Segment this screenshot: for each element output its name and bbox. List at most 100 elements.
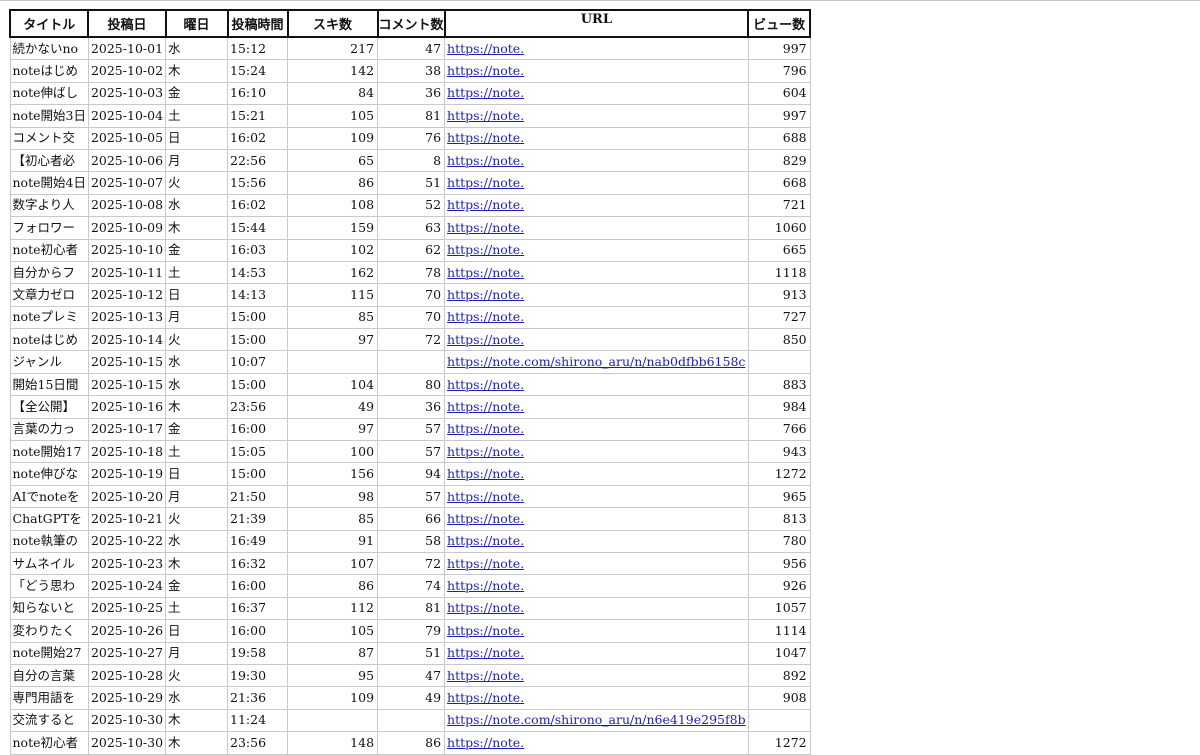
cell-title[interactable]: note開始27 [9,641,89,665]
cell-title[interactable]: 交流すると [9,708,89,733]
cell-url[interactable]: https://note. [444,462,749,486]
url-link[interactable]: https://note. [447,556,524,571]
cell-title[interactable]: コメント交 [9,126,89,150]
cell-likes[interactable]: 107 [287,551,379,576]
cell-comments[interactable]: 72 [377,328,446,352]
cell-comments[interactable]: 58 [377,529,446,553]
cell-likes[interactable]: 105 [287,619,379,643]
cell-url[interactable]: https://note. [444,663,749,688]
cell-url[interactable]: https://note. [444,619,749,643]
cell-comments[interactable]: 57 [377,440,446,464]
cell-url[interactable]: https://note. [444,283,749,307]
cell-url[interactable]: https://note. [444,59,749,83]
cell-weekday[interactable]: 水 [165,686,229,710]
cell-url[interactable]: https://note. [444,328,749,352]
url-link[interactable]: https://note. [447,511,524,526]
cell-views[interactable]: 1272 [747,731,811,755]
cell-comments[interactable] [377,350,446,374]
url-link[interactable]: https://note. [447,153,524,168]
cell-likes[interactable]: 112 [287,596,379,621]
cell-url[interactable]: https://note.com/shirono_aru/n/n6e419e29… [444,708,749,733]
cell-likes[interactable]: 91 [287,529,379,553]
cell-weekday[interactable]: 日 [165,619,229,643]
cell-comments[interactable]: 86 [377,731,446,755]
cell-likes[interactable]: 105 [287,104,379,128]
cell-weekday[interactable]: 木 [165,59,229,83]
cell-date[interactable]: 2025-10-10 [87,238,167,262]
cell-likes[interactable]: 98 [287,484,379,509]
cell-weekday[interactable]: 火 [165,171,229,195]
cell-weekday[interactable]: 金 [165,81,229,106]
url-link[interactable]: https://note.com/shirono_aru/n/nab0dfbb6… [447,354,745,369]
cell-title[interactable]: note開始3日 [9,104,89,128]
cell-views[interactable]: 604 [747,81,811,106]
url-link[interactable]: https://note. [447,41,524,56]
cell-url[interactable]: https://note. [444,417,749,442]
cell-url[interactable]: https://note. [444,81,749,106]
cell-time[interactable]: 15:24 [227,59,289,83]
cell-time[interactable]: 11:24 [227,708,289,733]
url-link[interactable]: https://note. [447,645,524,660]
cell-url[interactable]: https://note. [444,372,749,397]
cell-views[interactable]: 829 [747,148,811,173]
cell-title[interactable]: 自分からフ [9,260,89,285]
cell-time[interactable]: 10:07 [227,350,289,374]
cell-title[interactable]: 言葉の力っ [9,417,89,442]
cell-title[interactable]: 知らないと [9,596,89,621]
cell-weekday[interactable]: 土 [165,260,229,285]
cell-date[interactable]: 2025-10-22 [87,529,167,553]
cell-time[interactable]: 16:32 [227,551,289,576]
cell-views[interactable]: 668 [747,171,811,195]
cell-time[interactable]: 22:56 [227,148,289,173]
cell-date[interactable]: 2025-10-27 [87,641,167,665]
cell-likes[interactable]: 97 [287,417,379,442]
cell-comments[interactable]: 47 [377,36,446,61]
cell-comments[interactable]: 51 [377,641,446,665]
cell-likes[interactable]: 86 [287,574,379,598]
url-link[interactable]: https://note. [447,533,524,548]
cell-time[interactable]: 23:56 [227,731,289,755]
cell-weekday[interactable]: 水 [165,372,229,397]
cell-title[interactable]: noteはじめ [9,59,89,83]
cell-date[interactable]: 2025-10-05 [87,126,167,150]
header-date[interactable]: 投稿日 [87,9,167,38]
cell-likes[interactable] [287,708,379,733]
cell-url[interactable]: https://note. [444,529,749,553]
url-link[interactable]: https://note. [447,489,524,504]
cell-time[interactable]: 15:05 [227,440,289,464]
cell-date[interactable]: 2025-10-30 [87,708,167,733]
cell-likes[interactable]: 104 [287,372,379,397]
cell-title[interactable]: 自分の言葉 [9,663,89,688]
cell-comments[interactable]: 49 [377,686,446,710]
cell-date[interactable]: 2025-10-13 [87,305,167,330]
url-link[interactable]: https://note. [447,63,524,78]
cell-url[interactable]: https://note. [444,36,749,61]
cell-comments[interactable] [377,708,446,733]
cell-likes[interactable]: 85 [287,305,379,330]
cell-title[interactable]: note伸ばし [9,81,89,106]
cell-url[interactable]: https://note. [444,641,749,665]
cell-likes[interactable]: 109 [287,686,379,710]
url-link[interactable]: https://note. [447,287,524,302]
cell-weekday[interactable]: 土 [165,104,229,128]
cell-title[interactable]: サムネイル [9,551,89,576]
cell-comments[interactable]: 72 [377,551,446,576]
cell-views[interactable]: 688 [747,126,811,150]
cell-url[interactable]: https://note. [444,104,749,128]
cell-time[interactable]: 14:13 [227,283,289,307]
cell-date[interactable]: 2025-10-29 [87,686,167,710]
url-link[interactable]: https://note. [447,735,524,750]
cell-url[interactable]: https://note. [444,260,749,285]
cell-comments[interactable]: 80 [377,372,446,397]
cell-date[interactable]: 2025-10-23 [87,551,167,576]
cell-date[interactable]: 2025-10-15 [87,350,167,374]
cell-url[interactable]: https://note. [444,551,749,576]
cell-views[interactable]: 727 [747,305,811,330]
cell-time[interactable]: 16:37 [227,596,289,621]
cell-time[interactable]: 15:00 [227,328,289,352]
cell-date[interactable]: 2025-10-16 [87,395,167,419]
cell-likes[interactable]: 148 [287,731,379,755]
cell-views[interactable]: 813 [747,507,811,531]
url-link[interactable]: https://note. [447,466,524,481]
cell-title[interactable]: 文章力ゼロ [9,283,89,307]
